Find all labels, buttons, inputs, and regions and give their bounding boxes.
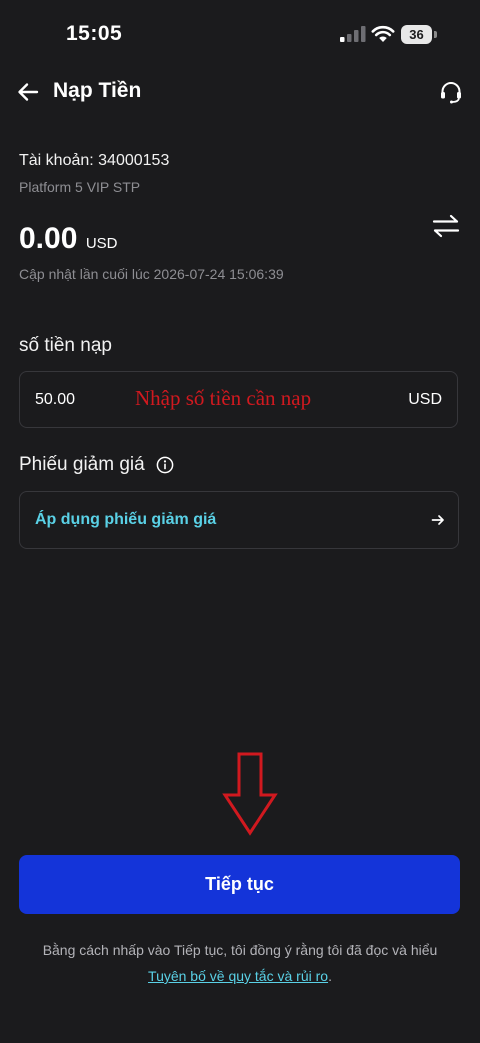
continue-button[interactable]: Tiếp tục	[19, 855, 460, 914]
voucher-label: Phiếu giảm giá	[19, 454, 145, 475]
disclaimer-period: .	[328, 968, 332, 984]
arrow-right-icon	[431, 515, 444, 525]
amount-label: số tiền nạp	[19, 335, 112, 356]
balance-display: 0.00 USD	[19, 222, 118, 256]
disclaimer-text: Bằng cách nhấp vào Tiếp tục, tôi đồng ý …	[42, 942, 438, 958]
wifi-icon	[371, 25, 395, 42]
red-down-arrow-icon	[222, 752, 278, 836]
page-title: Nạp Tiền	[53, 79, 142, 102]
cellular-signal-icon	[340, 26, 366, 42]
battery-icon: 36	[401, 25, 437, 44]
apply-voucher-button[interactable]: Áp dụng phiếu giảm giá	[19, 491, 459, 549]
risk-statement-link[interactable]: Tuyên bố về quy tắc và rủi ro	[148, 968, 328, 984]
balance-currency: USD	[85, 235, 118, 252]
last-updated-text: Cập nhật lần cuối lúc 2026-07-24 15:06:3…	[19, 266, 284, 282]
amount-input[interactable]: 50.00 Nhập số tiền cần nạp USD	[19, 371, 458, 428]
info-circle-icon[interactable]	[156, 456, 174, 474]
status-bar: 15:05 36	[0, 0, 480, 70]
battery-level: 36	[401, 25, 432, 44]
account-number: Tài khoản: 34000153	[19, 152, 170, 169]
status-time: 15:05	[66, 22, 123, 45]
amount-value[interactable]: 50.00	[35, 391, 75, 409]
apply-voucher-link[interactable]: Áp dụng phiếu giảm giá	[35, 511, 216, 529]
balance-amount: 0.00	[19, 222, 78, 255]
headset-icon[interactable]	[438, 79, 464, 105]
back-arrow-icon[interactable]	[14, 78, 42, 106]
account-platform: Platform 5 VIP STP	[19, 179, 141, 195]
swap-arrows-icon[interactable]	[431, 212, 461, 240]
terms-disclaimer: Bằng cách nhấp vào Tiếp tục, tôi đồng ý …	[30, 937, 450, 989]
amount-currency: USD	[408, 391, 442, 408]
amount-hint-annotation: Nhập số tiền cần nạp	[135, 386, 312, 410]
app-header: Nạp Tiền	[0, 70, 480, 114]
